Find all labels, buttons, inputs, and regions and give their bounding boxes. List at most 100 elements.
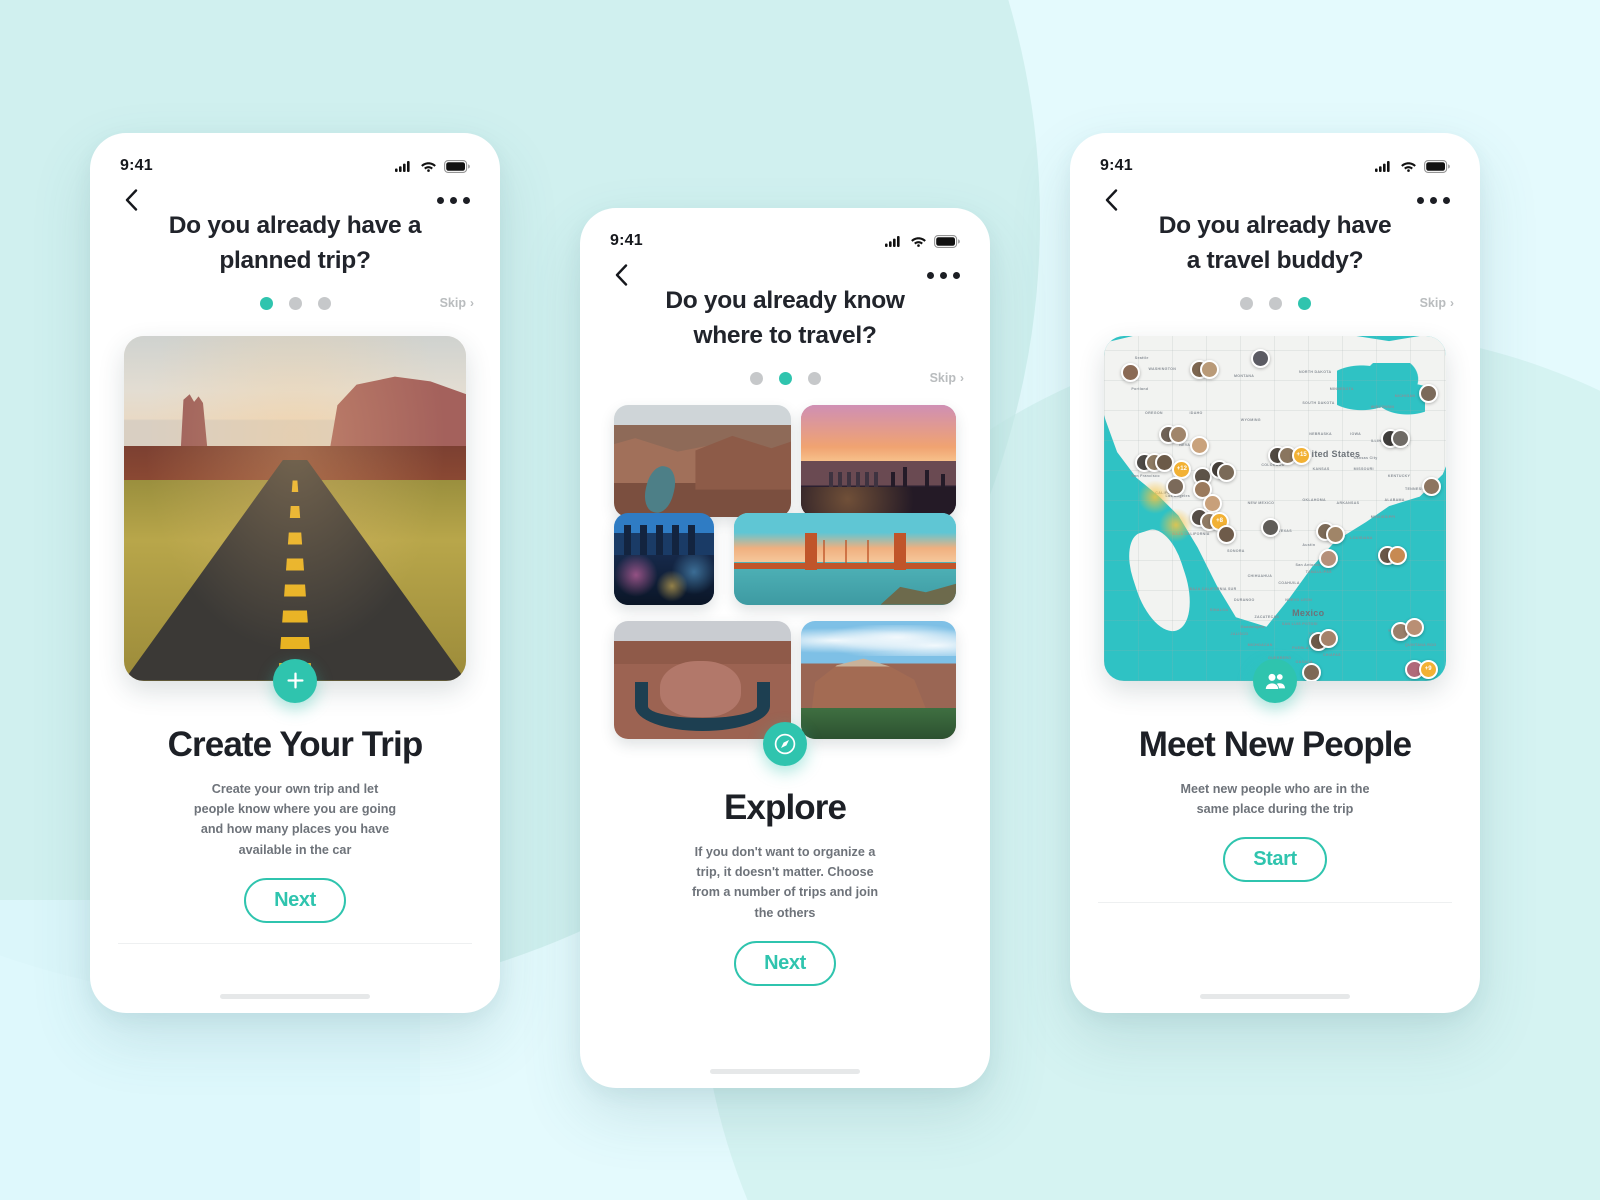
map-avatar-pin[interactable]: [1418, 383, 1438, 403]
pagination-dot[interactable]: [778, 371, 792, 385]
signal-icon: [1375, 161, 1390, 172]
pager-row: Skip ›: [90, 296, 500, 310]
pager-row: Skip ›: [1070, 296, 1480, 310]
map-label-state: MISSOURI: [1353, 466, 1374, 471]
map-avatar-pin[interactable]: [1387, 546, 1407, 565]
los-angeles-photo: [801, 404, 956, 517]
grand-canyon-photo: [614, 404, 791, 517]
destination-tile[interactable]: [801, 404, 956, 517]
map-label-state: ZACATECAS: [1254, 615, 1280, 619]
home-indicator[interactable]: [1200, 994, 1350, 999]
destination-tile[interactable]: [614, 512, 714, 605]
map-label-state: SAN LUIS POTOSI: [1281, 621, 1318, 626]
chevron-right-icon: ›: [1450, 296, 1454, 311]
destination-tile[interactable]: [614, 620, 791, 739]
cta-row: Next: [90, 878, 500, 924]
golden-gate-photo: [734, 512, 956, 605]
chevron-right-icon: ›: [470, 296, 474, 311]
pagination-dot[interactable]: [1268, 296, 1282, 310]
screen-description: If you don't want to organize a trip, it…: [691, 844, 879, 920]
next-button[interactable]: Next: [244, 878, 346, 924]
media-area: [614, 404, 956, 766]
back-button[interactable]: [608, 262, 634, 288]
skip-button[interactable]: Skip ›: [1420, 296, 1454, 310]
skip-button[interactable]: Skip ›: [930, 371, 964, 385]
pagination-dot[interactable]: [749, 371, 763, 385]
pagination-dots[interactable]: [749, 371, 821, 385]
back-button[interactable]: [118, 187, 144, 213]
more-options-button[interactable]: [435, 191, 472, 210]
pagination-dot[interactable]: [1239, 296, 1253, 310]
map-avatar-pin[interactable]: [1216, 463, 1236, 483]
map-label-state: IOWA: [1350, 432, 1362, 437]
map-label-state: WASHINGTON: [1148, 366, 1177, 371]
onboarding-screen-explore: 9:41 Do you already know where to travel…: [580, 208, 990, 1088]
map-label-country: Mexico: [1292, 608, 1325, 619]
map-cluster-glow: [1158, 508, 1193, 543]
chevron-right-icon: ›: [960, 371, 964, 386]
start-button[interactable]: Start: [1223, 837, 1327, 883]
map-label-state: MONTANA: [1233, 373, 1255, 378]
nav-bar: [580, 250, 990, 288]
pagination-dot[interactable]: [1297, 296, 1311, 310]
next-button[interactable]: Next: [734, 941, 836, 987]
map-avatar-pin[interactable]: [1422, 477, 1442, 496]
travellers-map[interactable]: United States Mexico WASHINGTON OREGON I…: [1104, 335, 1446, 681]
trip-photo[interactable]: [124, 335, 466, 681]
map-label-state: IDAHO: [1189, 411, 1203, 416]
meet-people-fab[interactable]: [1253, 658, 1297, 703]
home-indicator[interactable]: [220, 994, 370, 999]
compass-icon: [774, 733, 796, 754]
add-trip-fab[interactable]: [273, 658, 317, 703]
screen-question: Do you already have a planned trip?: [168, 212, 422, 274]
map-avatar-pin[interactable]: [1165, 477, 1185, 496]
map-label-state: BAJA CALIFORNIA SUR: [1189, 587, 1237, 592]
desert-road-photo: [124, 335, 466, 681]
pagination-dot[interactable]: [807, 371, 821, 385]
more-options-button[interactable]: [925, 266, 962, 285]
map-cluster-pin[interactable]: +15: [1292, 445, 1312, 465]
map-label-state: TEXAS: [1278, 528, 1292, 533]
map-label-city: Guadalajara: [1240, 625, 1265, 630]
skip-label: Skip: [929, 371, 956, 386]
map-cluster-pin[interactable]: +9: [1418, 659, 1438, 679]
map-avatar-pin[interactable]: [1302, 663, 1322, 681]
cta-row: Next: [580, 941, 990, 987]
pager-row: Skip ›: [580, 371, 990, 385]
more-options-button[interactable]: [1415, 191, 1452, 210]
signal-icon: [395, 161, 410, 172]
pagination-dot[interactable]: [259, 296, 273, 310]
map-label-state: NEW MEXICO: [1247, 501, 1275, 506]
home-indicator[interactable]: [710, 1069, 860, 1074]
map-label-state: SOUTH DAKOTA: [1302, 401, 1335, 406]
map-avatar-pin[interactable]: [1189, 435, 1209, 455]
map-label-state: SINALOA: [1210, 608, 1229, 613]
status-time: 9:41: [610, 232, 643, 249]
map-label-state: WYOMING: [1240, 418, 1261, 423]
map-label-state: MINNESOTA: [1329, 387, 1354, 392]
destination-tile[interactable]: [801, 620, 956, 739]
screen-question: Do you already have a travel buddy?: [1158, 212, 1392, 274]
back-button[interactable]: [1098, 187, 1124, 213]
map-label-state: KENTUCKY: [1387, 473, 1411, 478]
onboarding-screen-create-trip: 9:41 Do you already have a planned trip?…: [90, 133, 500, 1013]
pagination-dot[interactable]: [288, 296, 302, 310]
back-chevron-icon: [615, 264, 627, 286]
destination-tile[interactable]: [614, 404, 791, 517]
wifi-icon: [421, 162, 436, 172]
map-avatar-pin[interactable]: [1199, 359, 1219, 379]
explore-fab[interactable]: [763, 721, 807, 766]
destination-tile[interactable]: [734, 512, 956, 605]
pagination-dots[interactable]: [259, 296, 331, 310]
map-avatar-pin[interactable]: [1391, 428, 1411, 448]
status-bar: 9:41: [580, 208, 990, 250]
pagination-dot[interactable]: [317, 296, 331, 310]
more-options-icon: [1417, 196, 1424, 204]
skip-label: Skip: [439, 296, 466, 311]
map-label-state: COAHUILA: [1278, 580, 1300, 585]
battery-icon: [444, 159, 470, 173]
map-label-state: OREGON: [1145, 411, 1163, 416]
skip-button[interactable]: Skip ›: [440, 296, 474, 310]
pagination-dots[interactable]: [1239, 296, 1311, 310]
signal-icon: [885, 236, 900, 247]
